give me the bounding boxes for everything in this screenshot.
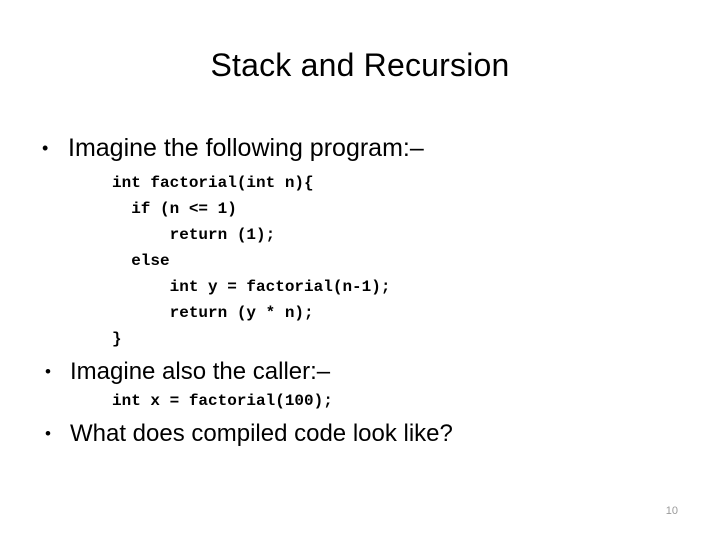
slide: Stack and Recursion • Imagine the follow…: [0, 0, 720, 540]
bullet-dot-icon: •: [45, 362, 51, 381]
code-block-factorial-definition: int factorial(int n){ if (n <= 1) return…: [112, 174, 391, 348]
bullet-label-question: What does compiled code look like?: [70, 420, 453, 447]
page-number: 10: [665, 505, 678, 517]
bullet-dot-icon: •: [42, 138, 49, 158]
bullet-item-program: • Imagine the following program:–: [0, 132, 424, 164]
bullet-dot-icon: •: [45, 424, 51, 443]
slide-title: Stack and Recursion: [210, 47, 510, 83]
bullet-label-caller: Imagine also the caller:–: [70, 358, 331, 385]
code-block-caller-statement: int x = factorial(100);: [112, 392, 333, 410]
bullet-item-caller: • Imagine also the caller:–: [0, 356, 330, 387]
bullet-item-question: • What does compiled code look like?: [0, 418, 453, 449]
bullet-label-program: Imagine the following program:–: [68, 134, 424, 162]
